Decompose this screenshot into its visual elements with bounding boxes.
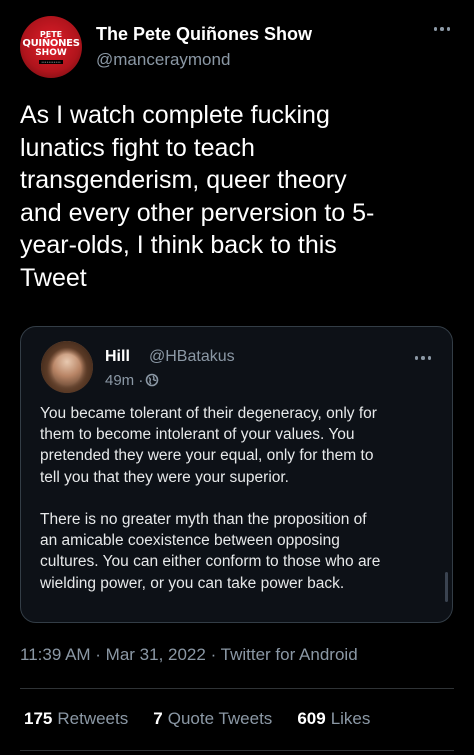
author-avatar[interactable]: PETE QUIÑONES SHOW •••••••••••: [20, 16, 82, 78]
retweets-count: 175: [24, 709, 53, 728]
retweets-label: Retweets: [57, 709, 129, 728]
likes-label: Likes: [330, 709, 371, 728]
likes-count: 609: [297, 709, 326, 728]
quoted-more-options-icon[interactable]: [411, 352, 435, 364]
likes-stat[interactable]: 609 Likes: [297, 709, 370, 729]
tweet-timestamp[interactable]: 11:39 AM · Mar 31, 2022 · Twitter for An…: [20, 645, 358, 665]
globe-icon: [145, 373, 159, 387]
tweet-header: PETE QUIÑONES SHOW ••••••••••• The Pete …: [0, 0, 474, 90]
retweets-stat[interactable]: 175 Retweets: [24, 709, 128, 729]
author-display-name[interactable]: The Pete Quiñones Show: [96, 24, 312, 45]
tweet-body: As I watch complete fucking lunatics fig…: [20, 101, 375, 292]
quoted-author-display-name: Hill: [105, 348, 130, 365]
avatar-text-line: QUIÑONES: [22, 37, 80, 49]
quote-tweets-label: Quote Tweets: [167, 709, 273, 728]
quoted-tweet-body: You became tolerant of their degeneracy,…: [40, 405, 381, 592]
author-handle[interactable]: @manceraymond: [96, 50, 230, 70]
quoted-author-handle: @HBatakus: [149, 348, 235, 365]
quoted-author-avatar[interactable]: [41, 341, 93, 393]
tweet-stats: 175 Retweets 7 Quote Tweets 609 Likes: [24, 709, 395, 729]
quote-tweets-count: 7: [153, 709, 163, 728]
quoted-scrollbar[interactable]: [445, 572, 448, 602]
more-options-icon[interactable]: [430, 22, 454, 36]
quoted-tweet-card[interactable]: Hill @HBatakus 49m · You became tolerant…: [20, 326, 453, 623]
quoted-tweet-time: 49m ·: [105, 372, 144, 389]
avatar-text-line: •••••••••••: [39, 59, 63, 64]
divider: [20, 688, 454, 689]
avatar-text-line: SHOW: [35, 47, 67, 58]
divider: [20, 750, 454, 751]
quote-tweets-stat[interactable]: 7 Quote Tweets: [153, 709, 272, 729]
